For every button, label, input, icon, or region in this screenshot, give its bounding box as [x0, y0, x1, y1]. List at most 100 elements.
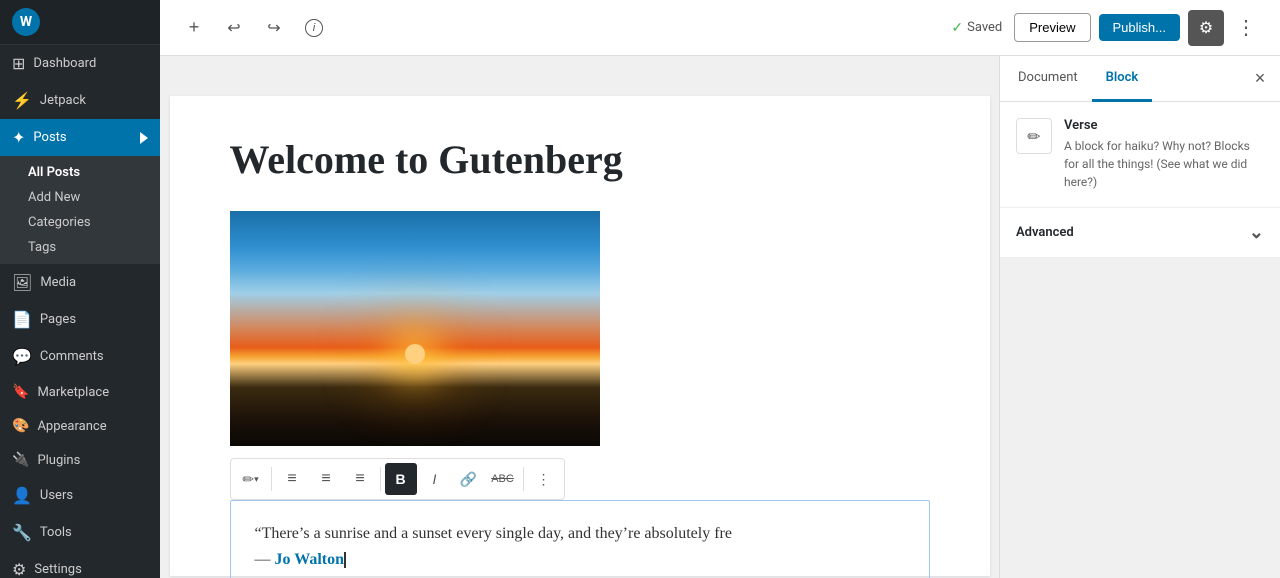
sidebar-sub-all-posts[interactable]: All Posts	[28, 160, 160, 185]
posts-icon: ✦	[12, 128, 25, 147]
verse-block[interactable]: “There’s a sunrise and a sunset every si…	[230, 500, 930, 578]
main-content: + ↩ ↪ i ✓ Saved Preview Publish... ⚙ ⋮ W…	[160, 0, 1280, 578]
tab-block[interactable]: Block	[1092, 56, 1153, 102]
preview-button[interactable]: Preview	[1014, 13, 1090, 42]
bold-icon: B	[395, 471, 405, 487]
sidebar-item-plugins[interactable]: 🔌 Plugins	[0, 443, 160, 477]
block-info-section: ✏ Verse A block for haiku? Why not? Bloc…	[1000, 102, 1280, 208]
jetpack-icon: ⚡	[12, 91, 32, 110]
redo-button[interactable]: ↪	[256, 10, 292, 46]
panel-close-button[interactable]: ×	[1244, 63, 1276, 95]
image-block[interactable]	[230, 211, 930, 446]
posts-submenu: All Posts Add New Categories Tags	[0, 156, 160, 264]
sidebar-item-label: Settings	[34, 562, 81, 577]
block-info-text: Verse A block for haiku? Why not? Blocks…	[1064, 118, 1264, 191]
sidebar-item-label: Tools	[40, 525, 72, 540]
strikethrough-button[interactable]: ABC	[487, 463, 519, 495]
sidebar-item-label: Appearance	[37, 419, 106, 434]
dots-icon: ⋮	[1236, 15, 1256, 40]
link-button[interactable]: 🔗	[453, 463, 485, 495]
saved-status: ✓ Saved	[951, 20, 1002, 36]
post-title[interactable]: Welcome to Gutenberg	[230, 136, 930, 183]
info-icon: i	[305, 19, 323, 37]
sidebar-item-tools[interactable]: 🔧 Tools	[0, 514, 160, 551]
align-left-icon: ≡	[287, 470, 295, 488]
gear-icon: ⚙	[1199, 18, 1213, 38]
sidebar-logo: W	[0, 0, 160, 45]
sidebar-sub-categories[interactable]: Categories	[28, 210, 160, 235]
sidebar-item-label: Media	[40, 275, 76, 290]
panel-empty-area	[1000, 258, 1280, 578]
sidebar: W ⊞ Dashboard ⚡ Jetpack ✦ Posts All Post…	[0, 0, 160, 578]
sidebar-item-label: Pages	[40, 312, 76, 327]
sidebar-item-jetpack[interactable]: ⚡ Jetpack	[0, 82, 160, 119]
block-icon: ✏	[1016, 118, 1052, 154]
sidebar-item-label: Jetpack	[40, 93, 86, 108]
italic-button[interactable]: I	[419, 463, 451, 495]
sidebar-item-settings[interactable]: ⚙ Settings	[0, 551, 160, 578]
editor-toolbar: + ↩ ↪ i ✓ Saved Preview Publish... ⚙ ⋮	[160, 0, 1280, 56]
format-toolbar: ✏ ▾ ≡ ≡ ≡	[230, 458, 565, 500]
toolbar-divider-2	[380, 467, 381, 491]
tab-document[interactable]: Document	[1004, 56, 1092, 102]
add-icon: +	[189, 17, 200, 38]
more-formats-button[interactable]: ⋮	[528, 463, 560, 495]
pencil-block-icon: ✏	[1027, 127, 1040, 146]
add-block-button[interactable]: +	[176, 10, 212, 46]
panel-advanced-section: Advanced ⌄	[1000, 208, 1280, 258]
sidebar-sub-tags[interactable]: Tags	[28, 235, 160, 260]
block-name: Verse	[1064, 118, 1264, 133]
sidebar-item-pages[interactable]: 📄 Pages	[0, 301, 160, 338]
undo-icon: ↩	[227, 18, 240, 38]
sidebar-item-posts[interactable]: ✦ Posts	[0, 119, 160, 156]
advanced-label: Advanced	[1016, 225, 1074, 240]
right-panel: Document Block × ✏ Verse A block for hai…	[999, 56, 1280, 578]
sidebar-item-label: Dashboard	[33, 56, 96, 71]
pages-icon: 📄	[12, 310, 32, 329]
publish-button[interactable]: Publish...	[1099, 14, 1180, 41]
gear-button[interactable]: ⚙	[1188, 10, 1224, 46]
sidebar-item-dashboard[interactable]: ⊞ Dashboard	[0, 45, 160, 82]
verse-line-1: “There’s a sunrise and a sunset every si…	[255, 525, 732, 542]
editor-content[interactable]: Welcome to Gutenberg ✏ ▾ ≡	[160, 56, 999, 578]
align-right-icon: ≡	[355, 470, 363, 488]
link-icon: 🔗	[460, 471, 477, 488]
posts-arrow-icon	[140, 132, 148, 144]
pencil-icon: ✏	[242, 471, 254, 488]
verse-line-2: — Jo Walton	[255, 551, 347, 568]
saved-label: Saved	[967, 20, 1002, 35]
post-editor: Welcome to Gutenberg ✏ ▾ ≡	[170, 96, 990, 576]
sidebar-item-label: Plugins	[37, 453, 80, 468]
advanced-section-header[interactable]: Advanced ⌄	[1000, 208, 1280, 258]
sidebar-item-marketplace[interactable]: 🔖 Marketplace	[0, 375, 160, 409]
more-icon: ⋮	[537, 471, 551, 488]
text-cursor	[344, 552, 346, 568]
bold-button[interactable]: B	[385, 463, 417, 495]
sidebar-item-comments[interactable]: 💬 Comments	[0, 338, 160, 375]
strikethrough-icon: ABC	[491, 473, 514, 485]
align-right-button[interactable]: ≡	[344, 463, 376, 495]
info-button[interactable]: i	[296, 10, 332, 46]
undo-button[interactable]: ↩	[216, 10, 252, 46]
sidebar-item-label: Marketplace	[37, 385, 109, 400]
verse-text[interactable]: “There’s a sunrise and a sunset every si…	[255, 521, 905, 572]
redo-icon: ↪	[267, 18, 280, 38]
comments-icon: 💬	[12, 347, 32, 366]
sidebar-item-appearance[interactable]: 🎨 Appearance	[0, 409, 160, 443]
align-left-button[interactable]: ≡	[276, 463, 308, 495]
wp-logo-icon: W	[12, 8, 40, 36]
tools-button[interactable]: ✏ ▾	[235, 463, 267, 495]
more-options-button[interactable]: ⋮	[1228, 10, 1264, 46]
sidebar-item-label: Posts	[33, 130, 66, 145]
sidebar-sub-add-new[interactable]: Add New	[28, 185, 160, 210]
editor-area: Welcome to Gutenberg ✏ ▾ ≡	[160, 56, 1280, 578]
author-name: Jo Walton	[275, 551, 345, 568]
appearance-icon: 🎨	[12, 418, 29, 434]
sidebar-item-media[interactable]: 🖼 Media	[0, 264, 160, 301]
marketplace-icon: 🔖	[12, 384, 29, 400]
users-icon: 👤	[12, 486, 32, 505]
align-center-icon: ≡	[321, 470, 329, 488]
sidebar-item-users[interactable]: 👤 Users	[0, 477, 160, 514]
align-center-button[interactable]: ≡	[310, 463, 342, 495]
panel-tabs: Document Block ×	[1000, 56, 1280, 102]
